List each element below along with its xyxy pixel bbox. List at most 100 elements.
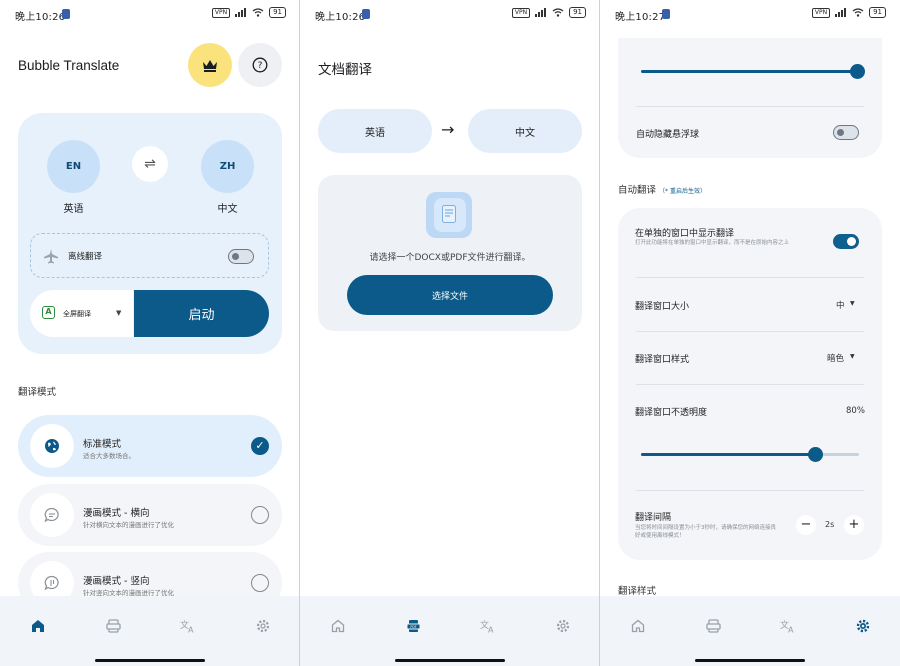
vpn-icon: VPN bbox=[811, 7, 831, 18]
translate-mode-value: 全屏翻译 bbox=[63, 310, 91, 318]
check-icon: ✓ bbox=[251, 437, 269, 455]
bottom-navigation: 文A bbox=[600, 596, 900, 666]
offline-translate-row[interactable]: 离线翻译 bbox=[30, 233, 269, 278]
gesture-bar bbox=[695, 659, 805, 662]
size-slider-track[interactable] bbox=[641, 70, 857, 73]
bottom-navigation: PDF 文A bbox=[300, 596, 600, 666]
source-language-button[interactable]: EN bbox=[47, 140, 100, 193]
window-size-label: 翻译窗口大小 bbox=[635, 302, 690, 312]
restart-note: （* 重启后生效） bbox=[659, 188, 706, 195]
source-language-button[interactable]: 英语 bbox=[318, 109, 432, 153]
nav-translate[interactable]: 文A bbox=[478, 616, 498, 636]
nav-settings[interactable] bbox=[553, 616, 573, 636]
offline-translate-toggle[interactable] bbox=[228, 249, 254, 264]
window-size-value[interactable]: 中 bbox=[836, 299, 845, 311]
auto-translate-title: 自动翻译 bbox=[618, 185, 657, 196]
divider bbox=[636, 331, 864, 332]
start-button[interactable]: 启动 bbox=[134, 290, 269, 337]
separate-window-description: 打开此功能将在单独的窗口中显示翻译，而不是在原始内容之上 bbox=[635, 240, 790, 246]
vpn-icon: VPN bbox=[511, 7, 531, 18]
offline-translate-label: 离线翻译 bbox=[68, 252, 103, 262]
window-style-label: 翻译窗口样式 bbox=[635, 355, 690, 365]
swap-icon: ⇌ bbox=[144, 156, 156, 172]
mode-title: 漫画模式 - 横向 bbox=[83, 508, 150, 519]
document-picker-card: 请选择一个DOCX或PDF文件进行翻译。 选择文件 bbox=[318, 175, 582, 331]
dropdown-caret-icon: ▼ bbox=[850, 300, 855, 307]
premium-button[interactable] bbox=[188, 43, 232, 87]
status-icons: VPN 91 bbox=[511, 7, 586, 18]
page-title: 文档翻译 bbox=[318, 62, 372, 78]
status-time: 晚上10:26 bbox=[15, 12, 66, 23]
signal-icon bbox=[235, 8, 247, 17]
separate-window-label: 在单独的窗口中显示翻译 bbox=[635, 229, 735, 239]
battery-icon: 91 bbox=[269, 7, 286, 18]
document-icon bbox=[705, 619, 721, 633]
sim-icon bbox=[362, 9, 370, 19]
arrow-right-icon: → bbox=[441, 120, 455, 139]
battery-icon: 91 bbox=[869, 7, 886, 18]
target-language-button[interactable]: ZH bbox=[201, 140, 254, 193]
signal-icon bbox=[835, 8, 847, 17]
mode-card-manga-horizontal[interactable]: 漫画模式 - 横向 针对横向文本的漫画进行了优化 bbox=[18, 484, 282, 546]
settings-screen: 晚上10:27 VPN 91 自动隐藏悬浮球 自动翻译 （* 重启后生效） 在单… bbox=[600, 0, 900, 666]
opacity-label: 翻译窗口不透明度 bbox=[635, 408, 708, 418]
opacity-value: 80% bbox=[846, 406, 865, 416]
home-screen: 晚上10:26 VPN 91 Bubble Translate ? EN 英语 … bbox=[0, 0, 300, 666]
battery-icon: 91 bbox=[569, 7, 586, 18]
nav-home[interactable] bbox=[628, 616, 648, 636]
mode-card-standard[interactable]: 标准模式 适合大多数场合。 ✓ bbox=[18, 415, 282, 477]
opacity-slider-thumb[interactable] bbox=[807, 447, 823, 462]
home-icon bbox=[631, 619, 645, 633]
svg-text:A: A bbox=[188, 626, 194, 634]
mode-icon-container bbox=[30, 424, 74, 468]
status-time: 晚上10:26 bbox=[315, 12, 366, 23]
choose-file-button[interactable]: 选择文件 bbox=[347, 275, 553, 315]
nav-translate[interactable]: 文A bbox=[178, 616, 198, 636]
interval-value: 2s bbox=[825, 520, 835, 529]
nav-document[interactable] bbox=[703, 616, 723, 636]
signal-icon bbox=[535, 8, 547, 17]
radio-button[interactable] bbox=[251, 506, 269, 524]
nav-translate[interactable]: 文A bbox=[778, 616, 798, 636]
translate-icon: 文A bbox=[780, 619, 794, 633]
target-language-label: 中文 bbox=[217, 204, 238, 215]
globe-icon bbox=[45, 439, 59, 453]
window-style-value[interactable]: 暗色 bbox=[827, 352, 844, 364]
mode-title: 标准模式 bbox=[83, 439, 122, 450]
divider bbox=[636, 384, 864, 385]
target-language-button[interactable]: 中文 bbox=[468, 109, 582, 153]
interval-decrease-button[interactable]: − bbox=[796, 515, 816, 535]
bottom-navigation: 文A bbox=[0, 596, 300, 666]
nav-home[interactable] bbox=[328, 616, 348, 636]
nav-settings[interactable] bbox=[253, 616, 273, 636]
status-bar: 晚上10:26 VPN 91 bbox=[0, 0, 300, 28]
crown-icon bbox=[203, 59, 217, 72]
status-bar: 晚上10:27 VPN 91 bbox=[600, 0, 900, 28]
settings-icon bbox=[856, 619, 870, 633]
nav-settings[interactable] bbox=[853, 616, 873, 636]
size-slider-thumb[interactable] bbox=[850, 64, 865, 79]
nav-home[interactable] bbox=[28, 616, 48, 636]
divider bbox=[636, 490, 864, 491]
translate-mode-dropdown[interactable]: A 全屏翻译 ▼ bbox=[30, 290, 133, 337]
nav-document[interactable]: PDF bbox=[403, 616, 423, 636]
separate-window-toggle[interactable] bbox=[833, 234, 859, 249]
interval-increase-button[interactable]: + bbox=[844, 515, 864, 535]
auto-translate-section-title: 自动翻译 （* 重启后生效） bbox=[618, 182, 706, 196]
svg-text:A: A bbox=[488, 626, 494, 634]
help-icon: ? bbox=[252, 57, 268, 73]
settings-icon bbox=[556, 619, 570, 633]
translate-icon: 文A bbox=[180, 619, 194, 634]
wifi-icon bbox=[552, 8, 564, 17]
mode-icon-container bbox=[30, 493, 74, 537]
vpn-icon: VPN bbox=[211, 7, 231, 18]
airplane-icon bbox=[44, 249, 58, 264]
swap-languages-button[interactable]: ⇌ bbox=[132, 146, 168, 182]
vertical-text-bubble-icon bbox=[44, 575, 59, 591]
language-card: EN 英语 ⇌ ZH 中文 离线翻译 A 全屏翻译 ▼ 启动 bbox=[18, 113, 282, 354]
opacity-slider-fill[interactable] bbox=[641, 453, 816, 456]
nav-document[interactable] bbox=[103, 616, 123, 636]
radio-button[interactable] bbox=[251, 574, 269, 592]
auto-hide-toggle[interactable] bbox=[833, 125, 859, 140]
help-button[interactable]: ? bbox=[238, 43, 282, 87]
